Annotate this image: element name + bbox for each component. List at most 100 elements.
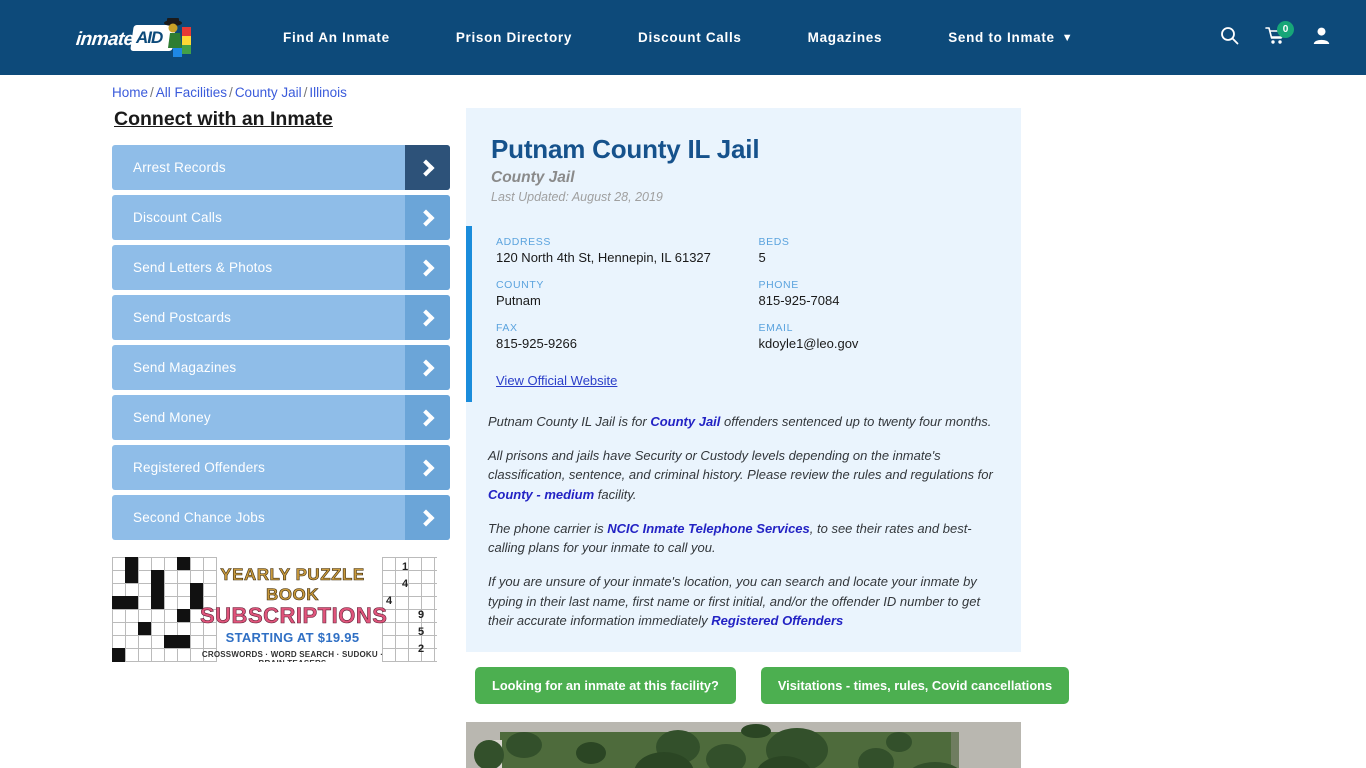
breadcrumb-item-home[interactable]: Home bbox=[112, 85, 148, 100]
puzzle-book-ad[interactable]: 1 4 4 9 5 2 YEARLY PUZZLE BOOK SUBSCRIPT… bbox=[112, 557, 437, 662]
content-columns: Connect with an Inmate Arrest Records Di… bbox=[0, 108, 1366, 768]
sudoku-digit: 9 bbox=[418, 609, 425, 621]
site-logo[interactable]: inmate AID bbox=[70, 15, 192, 61]
info-value: 815-925-7084 bbox=[758, 293, 840, 308]
info-field-address: ADDRESS 120 North 4th St, Hennepin, IL 6… bbox=[496, 236, 759, 265]
sidebar-item-send-letters-photos[interactable]: Send Letters & Photos bbox=[112, 245, 450, 290]
cart-button[interactable]: 0 bbox=[1252, 15, 1298, 61]
chevron-down-icon: ▼ bbox=[1061, 32, 1074, 45]
info-label: BEDS bbox=[758, 236, 790, 248]
info-value: kdoyle1@leo.gov bbox=[758, 336, 859, 351]
cart-count-badge: 0 bbox=[1277, 20, 1294, 38]
breadcrumb-item-illinois[interactable]: Illinois bbox=[309, 85, 347, 100]
looking-for-inmate-button[interactable]: Looking for an inmate at this facility? bbox=[475, 667, 736, 705]
ad-copy: YEARLY PUZZLE BOOK SUBSCRIPTIONS STARTIN… bbox=[200, 565, 388, 662]
cta-button-row: Looking for an inmate at this facility? … bbox=[466, 652, 1070, 705]
desc-text: facility. bbox=[594, 486, 637, 502]
info-value: Putnam bbox=[496, 293, 541, 308]
info-field-phone: PHONE 815-925-7084 bbox=[759, 279, 1022, 308]
facility-info-block: ADDRESS 120 North 4th St, Hennepin, IL 6… bbox=[466, 226, 1021, 402]
sidebar-item-label: Discount Calls bbox=[133, 210, 223, 225]
sudoku-digit: 2 bbox=[418, 643, 425, 655]
nav-item-prison-directory[interactable]: Prison Directory bbox=[423, 30, 605, 45]
info-value: 120 North 4th St, Hennepin, IL 61327 bbox=[496, 250, 711, 265]
description-paragraph-2: All prisons and jails have Security or C… bbox=[488, 446, 999, 504]
sidebar-item-arrest-records[interactable]: Arrest Records bbox=[112, 145, 450, 190]
breadcrumb: Home / All Facilities / County Jail / Illinois bbox=[0, 75, 1366, 100]
map-tree bbox=[506, 732, 542, 759]
nav-item-send-to-inmate-label: Send to Inmate bbox=[948, 30, 1055, 45]
logo-badge-text: AID bbox=[136, 27, 163, 47]
sidebar-item-label: Send Postcards bbox=[133, 310, 232, 325]
facility-card: Putnam County IL Jail County Jail Last U… bbox=[466, 108, 1021, 653]
map-tree bbox=[706, 744, 746, 768]
link-county-jail[interactable]: County Jail bbox=[650, 414, 720, 429]
info-field-email: EMAIL kdoyle1@leo.gov bbox=[759, 322, 1022, 351]
search-icon bbox=[1220, 26, 1239, 50]
facility-description: Putnam County IL Jail is for County Jail… bbox=[466, 402, 1021, 652]
info-column-left: ADDRESS 120 North 4th St, Hennepin, IL 6… bbox=[496, 236, 759, 390]
sidebar-item-discount-calls[interactable]: Discount Calls bbox=[112, 195, 450, 240]
sidebar-item-send-magazines[interactable]: Send Magazines bbox=[112, 345, 450, 390]
sidebar-item-send-postcards[interactable]: Send Postcards bbox=[112, 295, 450, 340]
sidebar-item-label: Registered Offenders bbox=[133, 460, 266, 475]
info-label: ADDRESS bbox=[496, 236, 551, 248]
map-tree bbox=[576, 742, 606, 765]
info-label: COUNTY bbox=[496, 279, 544, 291]
map-tree bbox=[886, 732, 912, 753]
header-actions: 0 bbox=[1206, 0, 1344, 75]
link-registered-offenders[interactable]: Registered Offenders bbox=[711, 613, 843, 628]
info-label: EMAIL bbox=[758, 322, 794, 334]
ad-features-line: CROSSWORDS · WORD SEARCH · SUDOKU · BRAI… bbox=[201, 650, 384, 662]
facility-header: Putnam County IL Jail County Jail Last U… bbox=[466, 134, 1021, 204]
last-updated-text: Last Updated: August 28, 2019 bbox=[491, 190, 663, 204]
desc-text: offenders sentenced up to twenty four mo… bbox=[720, 414, 992, 429]
nav-item-send-to-inmate[interactable]: Send to Inmate ▼ bbox=[915, 30, 1106, 45]
breadcrumb-item-all-facilities[interactable]: All Facilities bbox=[156, 85, 227, 100]
sidebar-title[interactable]: Connect with an Inmate bbox=[114, 108, 450, 131]
sidebar-item-second-chance-jobs[interactable]: Second Chance Jobs bbox=[112, 495, 450, 540]
logo-character-icon bbox=[160, 17, 194, 59]
user-account-icon bbox=[1312, 26, 1331, 50]
desc-text: All prisons and jails have Security or C… bbox=[488, 448, 993, 483]
sidebar-item-label: Arrest Records bbox=[133, 160, 226, 175]
sudoku-digit: 1 bbox=[402, 561, 409, 573]
facility-main-content: Putnam County IL Jail County Jail Last U… bbox=[466, 108, 1070, 768]
ad-headline-2: SUBSCRIPTIONS bbox=[200, 603, 388, 629]
ad-price-line: STARTING AT $19.95 bbox=[225, 630, 360, 645]
sudoku-grid-graphic: 1 4 4 9 5 2 bbox=[382, 557, 437, 662]
chevron-right-icon bbox=[405, 345, 450, 390]
sudoku-digit: 5 bbox=[418, 626, 425, 638]
link-ncic-inmate-telephone-services[interactable]: NCIC Inmate Telephone Services bbox=[607, 521, 810, 536]
ad-headline-1: YEARLY PUZZLE BOOK bbox=[220, 565, 365, 605]
nav-item-magazines[interactable]: Magazines bbox=[775, 30, 916, 45]
map-road-right bbox=[959, 732, 1021, 768]
nav-item-discount-calls[interactable]: Discount Calls bbox=[605, 30, 775, 45]
visitations-button[interactable]: Visitations - times, rules, Covid cancel… bbox=[760, 667, 1070, 705]
search-button[interactable] bbox=[1206, 15, 1252, 61]
info-field-beds: BEDS 5 bbox=[759, 236, 1022, 265]
breadcrumb-item-county-jail[interactable]: County Jail bbox=[235, 85, 302, 100]
page-title: Putnam County IL Jail bbox=[491, 134, 760, 164]
chevron-right-icon bbox=[405, 145, 450, 190]
chevron-right-icon bbox=[405, 245, 450, 290]
view-official-website-link[interactable]: View Official Website bbox=[496, 373, 617, 388]
sidebar-item-label: Send Letters & Photos bbox=[133, 260, 273, 275]
facility-aerial-map-image[interactable] bbox=[466, 722, 1021, 768]
info-field-county: COUNTY Putnam bbox=[496, 279, 759, 308]
breadcrumb-separator: / bbox=[229, 85, 233, 100]
chevron-right-icon bbox=[405, 395, 450, 440]
nav-item-find-an-inmate[interactable]: Find An Inmate bbox=[250, 30, 423, 45]
info-field-fax: FAX 815-925-9266 bbox=[496, 322, 759, 351]
account-button[interactable] bbox=[1298, 15, 1344, 61]
sidebar-item-send-money[interactable]: Send Money bbox=[112, 395, 450, 440]
desc-text: Putnam County IL Jail is for bbox=[488, 414, 651, 429]
link-county-medium[interactable]: County - medium bbox=[488, 487, 594, 502]
sidebar: Connect with an Inmate Arrest Records Di… bbox=[112, 108, 450, 768]
sudoku-digit: 4 bbox=[402, 578, 409, 590]
facility-type: County Jail bbox=[491, 169, 575, 186]
sidebar-item-registered-offenders[interactable]: Registered Offenders bbox=[112, 445, 450, 490]
info-value: 815-925-9266 bbox=[496, 336, 577, 351]
info-label: FAX bbox=[496, 322, 518, 334]
description-paragraph-4: If you are unsure of your inmate's locat… bbox=[488, 572, 999, 630]
